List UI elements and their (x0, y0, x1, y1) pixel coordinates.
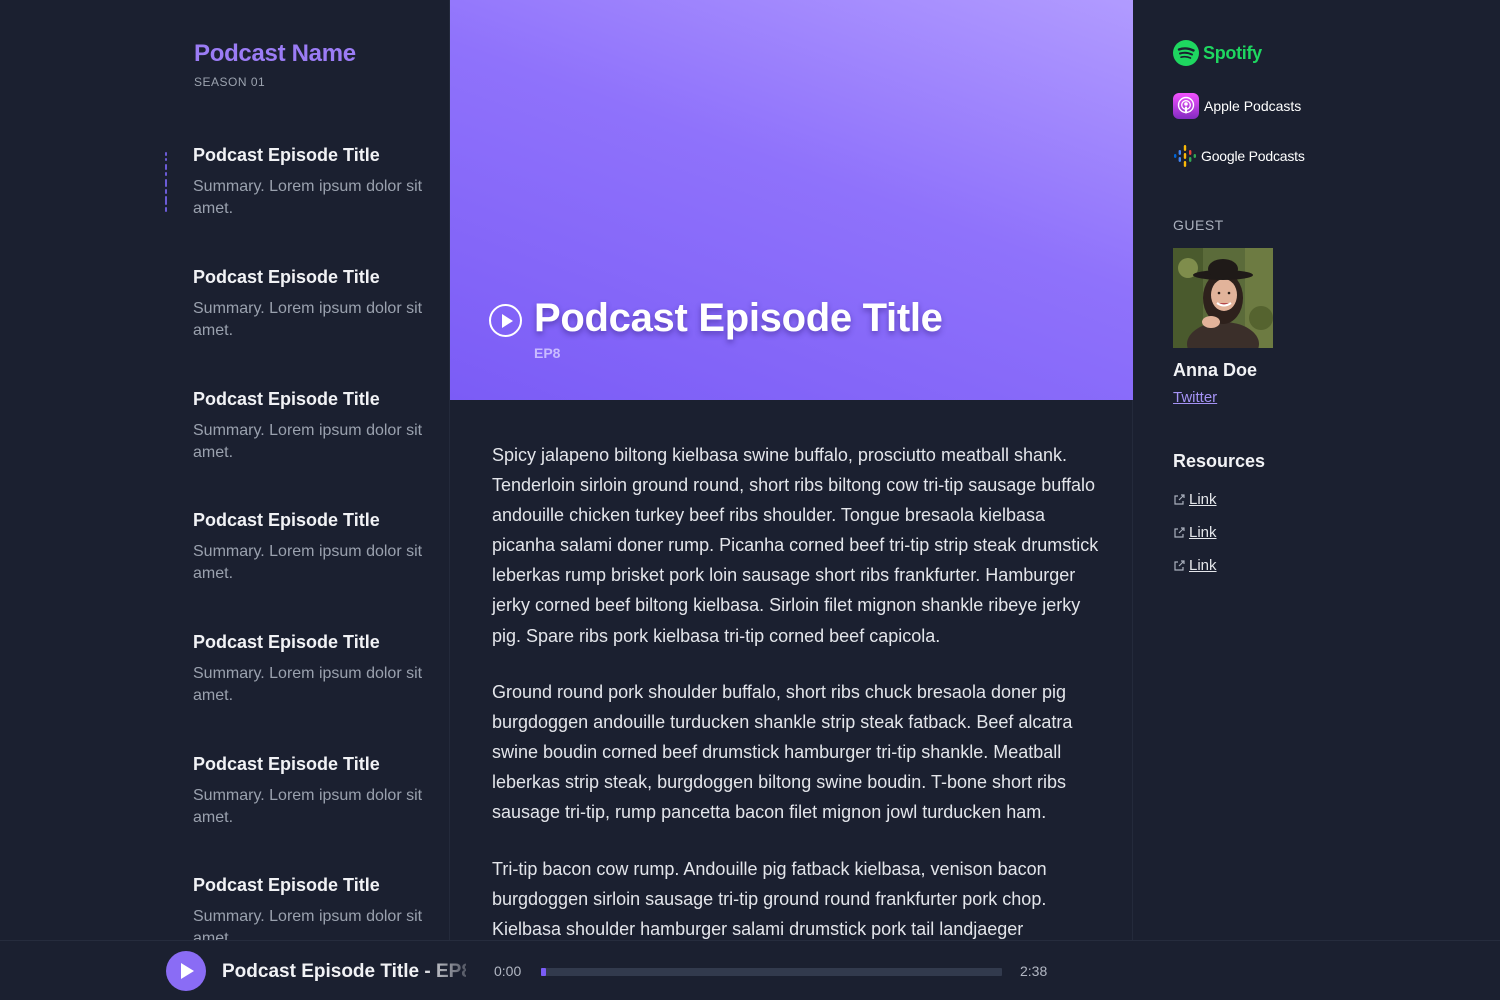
podcast-name[interactable]: Podcast Name (194, 40, 356, 68)
spotify-label: Spotify (1203, 42, 1262, 63)
apple-podcasts-icon (1173, 93, 1199, 119)
current-time: 0:00 (494, 963, 522, 979)
episode-title: Podcast Episode Title (193, 510, 380, 530)
episode-item[interactable]: Podcast Episode Title Summary. Lorem ips… (193, 145, 423, 220)
resource-link-label: Link (1189, 524, 1217, 541)
episode-title: Podcast Episode Title (193, 145, 380, 165)
resources-heading: Resources (1173, 451, 1266, 471)
episode-summary: Summary. Lorem ipsum dolor sit amet. (193, 422, 423, 461)
play-icon (181, 963, 194, 979)
external-link-icon (1174, 527, 1185, 538)
episode-hero: Podcast Episode Title EP8 (450, 0, 1133, 400)
episode-notes: Spicy jalapeno biltong kielbasa swine bu… (450, 400, 1133, 940)
progress-fill (541, 968, 546, 976)
player-play-button[interactable] (166, 951, 206, 991)
hero-play-button[interactable] (489, 304, 522, 337)
episode-number: EP8 (534, 345, 561, 361)
resource-link-label: Link (1189, 491, 1217, 508)
episode-summary: Summary. Lorem ipsum dolor sit amet. (193, 787, 423, 826)
guest-twitter-link[interactable]: Twitter (1173, 389, 1217, 406)
episode-item[interactable]: Podcast Episode Title Summary. Lorem ips… (193, 632, 423, 707)
notes-paragraph: Tri-tip bacon cow rump. Andouille pig fa… (492, 859, 1047, 940)
progress-bar[interactable] (541, 968, 1002, 976)
episode-sidebar: Podcast Name SEASON 01 Podcast Episode T… (0, 0, 450, 940)
episode-summary: Summary. Lorem ipsum dolor sit amet. (193, 178, 423, 217)
resource-link[interactable]: Link (1173, 557, 1217, 574)
episode-summary: Summary. Lorem ipsum dolor sit amet. (193, 543, 423, 582)
episode-title: Podcast Episode Title (193, 632, 380, 652)
external-link-icon (1174, 560, 1185, 571)
episode-item[interactable]: Podcast Episode Title Summary. Lorem ips… (193, 754, 423, 829)
episode-title: Podcast Episode Title (193, 754, 380, 774)
episode-item[interactable]: Podcast Episode Title Summary. Lorem ips… (193, 267, 423, 342)
duration: 2:38 (1020, 963, 1048, 979)
guest-name: Anna Doe (1173, 360, 1258, 380)
google-podcasts-link[interactable]: Google Podcasts (1173, 144, 1305, 168)
google-podcasts-icon (1174, 145, 1196, 167)
notes-paragraph: Ground round pork shoulder buffalo, shor… (492, 682, 1073, 823)
spotify-link[interactable]: Spotify (1173, 40, 1262, 66)
title-fade (420, 951, 470, 991)
info-panel: Spotify Apple Podcasts Google Podcasts G… (1133, 0, 1500, 940)
episode-title: Podcast Episode Title (193, 875, 380, 895)
episode-item[interactable]: Podcast Episode Title Summary. Lorem ips… (193, 510, 423, 585)
season-label: SEASON 01 (194, 75, 266, 89)
external-link-icon (1174, 494, 1185, 505)
resource-link-label: Link (1189, 557, 1217, 574)
resource-link[interactable]: Link (1173, 524, 1217, 541)
episode-item[interactable]: Podcast Episode Title Summary. Lorem ips… (193, 389, 423, 464)
guest-avatar (1173, 248, 1273, 348)
resource-link[interactable]: Link (1173, 491, 1217, 508)
podcast-app: Podcast Name SEASON 01 Podcast Episode T… (0, 0, 1500, 1000)
episode-summary: Summary. Lorem ipsum dolor sit amet. (193, 300, 423, 339)
apple-podcasts-link[interactable]: Apple Podcasts (1173, 93, 1301, 119)
episode-title: Podcast Episode Title (193, 267, 380, 287)
apple-podcasts-label: Apple Podcasts (1204, 98, 1302, 114)
now-playing-icon (162, 152, 170, 212)
notes-paragraph: Spicy jalapeno biltong kielbasa swine bu… (492, 445, 1099, 646)
audio-player: Podcast Episode Title - EP8 0:00 2:38 (0, 940, 1500, 1000)
episode-summary: Summary. Lorem ipsum dolor sit amet. (193, 908, 423, 940)
episode-item[interactable]: Podcast Episode Title Summary. Lorem ips… (193, 875, 423, 940)
episode-title-heading: Podcast Episode Title (534, 296, 943, 340)
google-podcasts-label: Google Podcasts (1201, 148, 1305, 164)
spotify-icon (1173, 40, 1199, 66)
play-icon (502, 314, 513, 328)
episode-title: Podcast Episode Title (193, 389, 380, 409)
episode-summary: Summary. Lorem ipsum dolor sit amet. (193, 665, 423, 704)
guest-heading: GUEST (1173, 217, 1224, 233)
